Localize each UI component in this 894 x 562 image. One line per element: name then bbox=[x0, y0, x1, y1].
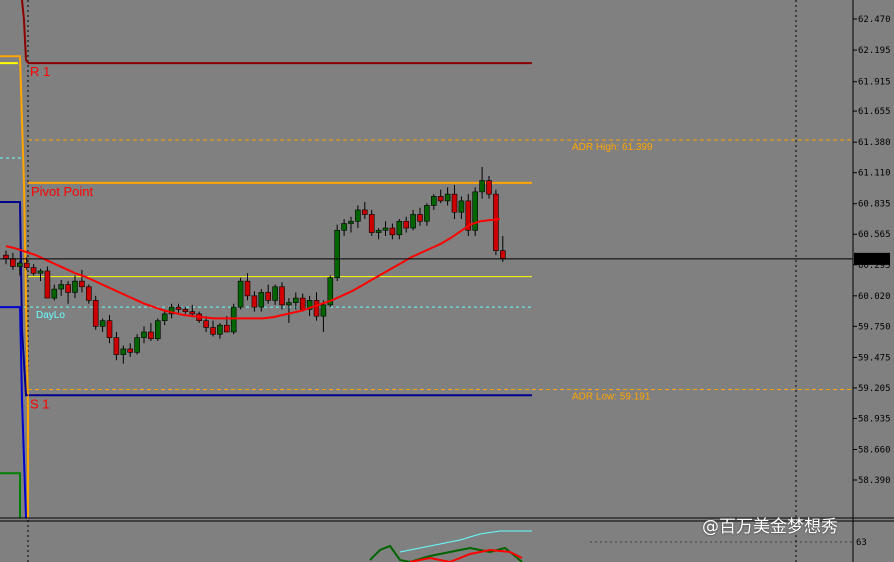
candle-body bbox=[444, 193, 451, 202]
candle-body bbox=[313, 300, 320, 317]
candle-body bbox=[424, 205, 430, 222]
pivot-label: Pivot Point bbox=[31, 184, 94, 199]
candle-body bbox=[341, 223, 347, 231]
candle-body bbox=[3, 254, 9, 259]
candle-body bbox=[79, 280, 85, 288]
candle-body bbox=[120, 348, 127, 355]
daylo-label: DayLo bbox=[36, 310, 65, 321]
candle-body bbox=[375, 229, 382, 233]
candle-body bbox=[244, 280, 251, 297]
candle-body bbox=[16, 262, 23, 267]
r1-label: R 1 bbox=[30, 64, 50, 79]
candle-body bbox=[361, 209, 368, 215]
candle-body bbox=[272, 286, 278, 301]
y-tick-label: 61.380 bbox=[858, 138, 891, 148]
candle-body bbox=[224, 324, 230, 333]
candle-body bbox=[51, 288, 58, 299]
candle-body bbox=[334, 229, 341, 279]
candle-body bbox=[155, 320, 161, 340]
candle-body bbox=[37, 270, 44, 274]
y-tick-label: 62.470 bbox=[858, 15, 891, 25]
adr-low-label: ADR Low: 59.191 bbox=[572, 391, 651, 402]
y-tick-label: 62.195 bbox=[858, 46, 891, 56]
candle-body bbox=[493, 193, 499, 251]
candle-body bbox=[458, 200, 465, 213]
candle-body bbox=[389, 227, 396, 236]
candle-body bbox=[106, 320, 113, 338]
candle-body bbox=[10, 258, 16, 267]
candle-body bbox=[217, 324, 223, 335]
candle-body bbox=[134, 337, 140, 353]
candle-body bbox=[265, 292, 272, 301]
subwindow-tick-label: 63 bbox=[856, 538, 867, 548]
candle-body bbox=[182, 309, 189, 312]
candle-body bbox=[279, 286, 285, 306]
candle-body bbox=[299, 297, 306, 310]
candle-body bbox=[396, 220, 403, 236]
y-tick-label: 59.475 bbox=[858, 353, 891, 363]
y-tick-label: 59.205 bbox=[858, 384, 891, 394]
candle-body bbox=[65, 284, 71, 293]
candle-body bbox=[437, 196, 444, 202]
y-tick-label: 58.935 bbox=[858, 414, 891, 424]
prev-s3-line bbox=[0, 472, 21, 518]
y-tick-label: 60.020 bbox=[858, 292, 891, 302]
candle-body bbox=[86, 286, 92, 301]
candle-body bbox=[58, 284, 65, 290]
candle-body bbox=[189, 311, 196, 315]
candle-body bbox=[251, 295, 258, 308]
candle-body bbox=[258, 292, 265, 308]
current-price-label: 60.347 bbox=[857, 255, 890, 265]
candle-body bbox=[148, 331, 154, 340]
y-tick-label: 61.655 bbox=[858, 107, 891, 117]
candle-body bbox=[230, 306, 237, 333]
candle-body bbox=[161, 313, 168, 321]
candle-body bbox=[72, 280, 78, 293]
candle-body bbox=[451, 193, 458, 213]
y-tick-label: 59.750 bbox=[858, 322, 891, 332]
candle-body bbox=[44, 270, 51, 299]
candle-body bbox=[355, 209, 361, 222]
y-tick-label: 60.565 bbox=[858, 230, 891, 240]
price-chart: 62.470 62.195 61.915 61.655 61.380 61.110 60.8… bbox=[0, 0, 894, 562]
chart: 62.470 62.195 61.915 61.655 61.380 61.110 60.8… bbox=[0, 0, 894, 562]
y-tick-label: 61.915 bbox=[858, 78, 891, 88]
candle-body bbox=[127, 348, 133, 353]
candle-body bbox=[403, 220, 410, 229]
candle-body bbox=[430, 196, 437, 206]
candle-body bbox=[410, 214, 416, 229]
y-tick-label: 58.390 bbox=[858, 476, 891, 486]
y-tick-label: 58.660 bbox=[858, 445, 891, 455]
candle-body bbox=[113, 337, 120, 355]
candle-body bbox=[175, 306, 182, 310]
prev-s1-line bbox=[0, 201, 28, 397]
candle-body bbox=[141, 331, 147, 338]
watermark: @百万美金梦想秀 bbox=[702, 517, 838, 537]
candle-body bbox=[486, 180, 492, 195]
candle-body bbox=[479, 180, 485, 193]
candle-body bbox=[417, 214, 423, 222]
candle-body bbox=[292, 297, 299, 303]
candle-body bbox=[368, 214, 375, 233]
candle-body bbox=[203, 320, 209, 328]
candle-body bbox=[499, 250, 506, 259]
adr-high-label: ADR High: 61.399 bbox=[572, 142, 653, 153]
candle-body bbox=[382, 227, 389, 231]
y-tick-label: 61.110 bbox=[858, 169, 891, 179]
candle-body bbox=[348, 220, 354, 224]
y-tick-label: 60.835 bbox=[858, 200, 891, 210]
candle-body bbox=[237, 280, 244, 308]
prev-r1-line bbox=[21, 0, 29, 64]
candle-body bbox=[210, 327, 216, 335]
s1-label: S 1 bbox=[30, 396, 50, 411]
subwindow-line-green bbox=[369, 544, 523, 562]
candle-body bbox=[286, 302, 292, 306]
candle-body bbox=[23, 262, 30, 268]
candle-body bbox=[99, 320, 106, 327]
candle-body bbox=[92, 300, 99, 327]
candle-body bbox=[30, 267, 37, 274]
candle-body bbox=[320, 304, 327, 317]
